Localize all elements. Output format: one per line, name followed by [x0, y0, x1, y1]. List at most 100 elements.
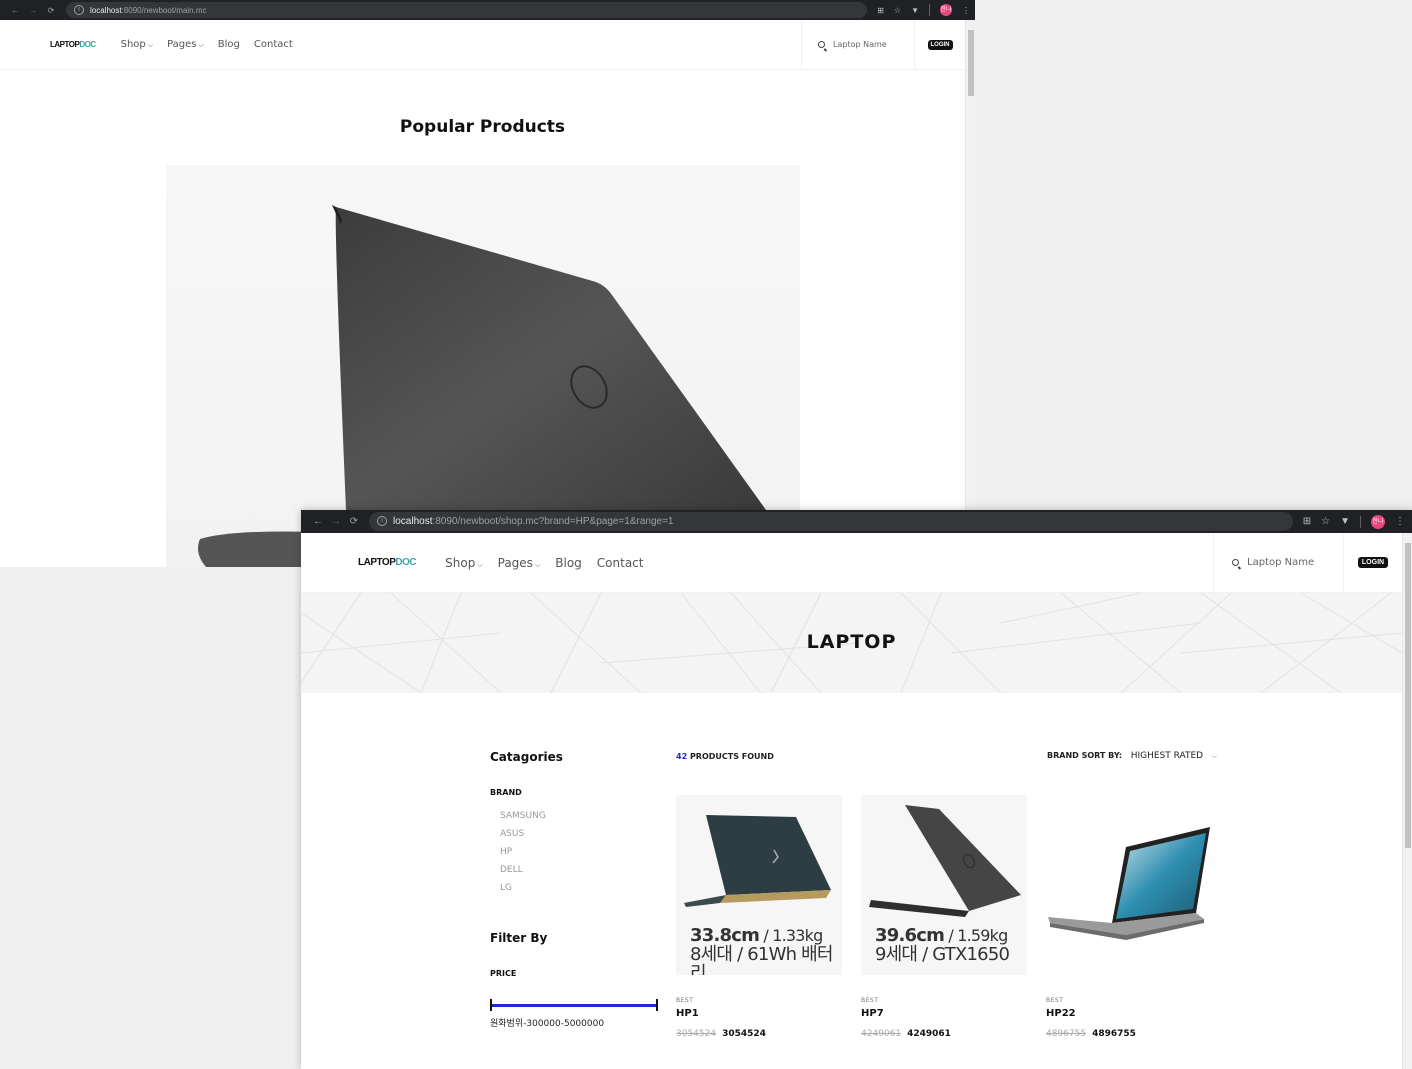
- address-bar[interactable]: i localhost:8090/newboot/shop.mc?brand=H…: [369, 512, 1293, 531]
- shop-sidebar: Catagories BRAND SAMSUNG ASUS HP DELL LG…: [490, 750, 670, 1029]
- menu-label: Shop: [120, 39, 146, 50]
- site-logo[interactable]: LAPTOPDOC: [358, 557, 417, 568]
- sort-control[interactable]: BRAND SORT BY: HIGHEST RATED ⌵: [1047, 751, 1217, 761]
- popular-products-title: Popular Products: [399, 117, 566, 137]
- product-card[interactable]: 33.8cm / 1.33kg 8세대 / 61Wh 배터리 BEST HP1 …: [676, 795, 842, 1039]
- menu-label: Shop: [445, 555, 476, 570]
- menu-item-shop[interactable]: Shop ⌵: [445, 556, 483, 570]
- promo-weight: 1.33kg: [772, 926, 823, 945]
- product-image[interactable]: [1046, 795, 1212, 975]
- search-box[interactable]: Laptop Name: [1213, 533, 1344, 592]
- login-button[interactable]: LOGIN: [1357, 557, 1389, 568]
- product-promo-text: 33.8cm / 1.33kg 8세대 / 61Wh 배터리: [690, 926, 842, 975]
- search-icon[interactable]: [818, 41, 825, 48]
- menu-item-pages[interactable]: Pages ⌵: [167, 39, 204, 50]
- search-placeholder: Laptop Name: [1247, 557, 1315, 568]
- site-info-icon[interactable]: i: [74, 5, 84, 15]
- menu-item-shop[interactable]: Shop ⌵: [121, 39, 153, 50]
- scrollbar-thumb[interactable]: [968, 30, 974, 96]
- brand-link-dell[interactable]: DELL: [500, 865, 670, 883]
- reload-icon[interactable]: ⟳: [42, 6, 60, 15]
- product-prices: 4249061 4249061: [861, 1029, 1027, 1039]
- page-scrollbar[interactable]: [1402, 533, 1412, 1069]
- menu-item-contact[interactable]: Contact: [254, 39, 293, 50]
- laptop-open-illustration: [1048, 827, 1210, 940]
- reload-icon[interactable]: ⟳: [345, 516, 363, 527]
- current-price: 4249061: [907, 1029, 951, 1039]
- brand-link-hp[interactable]: HP: [500, 847, 670, 865]
- slider-handle-max[interactable]: [656, 999, 658, 1011]
- product-card[interactable]: BEST HP22 4896755 4896755: [1046, 795, 1212, 1039]
- back-icon[interactable]: ←: [6, 6, 24, 15]
- products-found-label: PRODUCTS FOUND: [689, 752, 774, 761]
- url-path: :8090/newboot/shop.mc?brand=HP&page=1&ra…: [432, 515, 674, 527]
- site-header: LAPTOPDOC Shop ⌵ Pages ⌵ Blog Contact Lapt…: [301, 533, 1402, 593]
- brand-link-asus[interactable]: ASUS: [500, 829, 670, 847]
- current-price: 4896755: [1092, 1029, 1136, 1039]
- login-button[interactable]: LOGIN: [927, 39, 953, 50]
- product-tag: BEST: [676, 997, 694, 1004]
- logo-text: LAPTOP: [358, 557, 396, 568]
- menu-item-contact[interactable]: Contact: [597, 556, 644, 570]
- extension-v-icon[interactable]: ▼: [1340, 516, 1350, 527]
- menu-item-blog[interactable]: Blog: [555, 556, 582, 570]
- laptop-illustration: [198, 205, 766, 567]
- site-logo[interactable]: LAPTOPDOC: [50, 40, 96, 49]
- bookmark-star-icon[interactable]: ☆: [1321, 516, 1330, 527]
- filter-title: Filter By: [490, 931, 548, 945]
- brand-link-lg[interactable]: LG: [500, 883, 670, 901]
- main-menu: Shop ⌵ Pages ⌵ Blog Contact: [121, 39, 293, 50]
- profile-avatar[interactable]: 한나: [940, 4, 952, 16]
- product-name[interactable]: HP1: [676, 1008, 842, 1019]
- old-price: 4896755: [1046, 1029, 1087, 1039]
- product-name[interactable]: HP7: [861, 1008, 1027, 1019]
- price-heading: PRICE: [490, 969, 517, 978]
- browser-window-shop: ← → ⟳ i localhost:8090/newboot/shop.mc?b…: [301, 510, 1412, 1069]
- site-header: LAPTOPDOC Shop ⌵ Pages ⌵ Blog Contact Lapt…: [0, 20, 965, 70]
- hero-laptop-image[interactable]: [166, 165, 800, 567]
- profile-avatar[interactable]: 한나: [1371, 514, 1385, 529]
- url-host: localhost: [90, 5, 122, 15]
- forward-icon[interactable]: →: [327, 516, 345, 527]
- current-price: 3054524: [722, 1029, 766, 1039]
- slider-track: [490, 1004, 658, 1007]
- search-icon[interactable]: [1232, 559, 1239, 566]
- old-price: 4249061: [861, 1029, 902, 1039]
- product-prices: 4896755 4896755: [1046, 1029, 1212, 1039]
- product-tag: BEST: [861, 997, 879, 1004]
- price-range-slider[interactable]: [490, 998, 658, 1012]
- site-info-icon[interactable]: i: [377, 516, 387, 527]
- product-image[interactable]: 33.8cm / 1.33kg 8세대 / 61Wh 배터리: [676, 795, 842, 975]
- scrollbar-thumb[interactable]: [1405, 543, 1411, 848]
- menu-item-blog[interactable]: Blog: [218, 39, 240, 50]
- brand-list: SAMSUNG ASUS HP DELL LG: [490, 811, 670, 901]
- extension-v-icon[interactable]: ▼: [911, 6, 919, 15]
- translate-icon[interactable]: ⊞: [877, 6, 884, 15]
- address-bar[interactable]: i localhost:8090/newboot/main.mc: [66, 2, 868, 18]
- promo-size: 39.6cm: [875, 925, 945, 946]
- products-found: 42 PRODUCTS FOUND: [676, 752, 774, 761]
- back-icon[interactable]: ←: [309, 516, 327, 527]
- old-price: 3054524: [676, 1029, 717, 1039]
- brand-link-samsung[interactable]: SAMSUNG: [500, 811, 670, 829]
- slider-handle-min[interactable]: [490, 999, 492, 1011]
- product-name[interactable]: HP22: [1046, 1008, 1212, 1019]
- translate-icon[interactable]: ⊞: [1303, 516, 1311, 527]
- chevron-down-icon[interactable]: ⌵: [1212, 752, 1217, 760]
- forward-icon[interactable]: →: [24, 6, 42, 15]
- chevron-down-icon: ⌵: [477, 560, 483, 569]
- menu-item-pages[interactable]: Pages ⌵: [498, 556, 541, 570]
- bookmark-star-icon[interactable]: ☆: [894, 6, 901, 15]
- login-area: LOGIN: [1344, 533, 1402, 592]
- chevron-down-icon: ⌵: [147, 41, 154, 49]
- page-banner: LAPTOP: [301, 593, 1402, 693]
- search-box[interactable]: Laptop Name: [801, 20, 915, 69]
- product-card[interactable]: 39.6cm / 1.59kg 9세대 / GTX1650 BEST HP7 4…: [861, 795, 1027, 1039]
- sort-value[interactable]: HIGHEST RATED: [1131, 751, 1203, 761]
- product-image[interactable]: 39.6cm / 1.59kg 9세대 / GTX1650: [861, 795, 1027, 975]
- menu-kebab-icon[interactable]: ⋮: [962, 6, 970, 15]
- search-placeholder: Laptop Name: [833, 40, 887, 49]
- page-scrollbar[interactable]: [965, 20, 975, 567]
- promo-weight: 1.59kg: [957, 926, 1008, 945]
- menu-kebab-icon[interactable]: ⋮: [1395, 516, 1405, 527]
